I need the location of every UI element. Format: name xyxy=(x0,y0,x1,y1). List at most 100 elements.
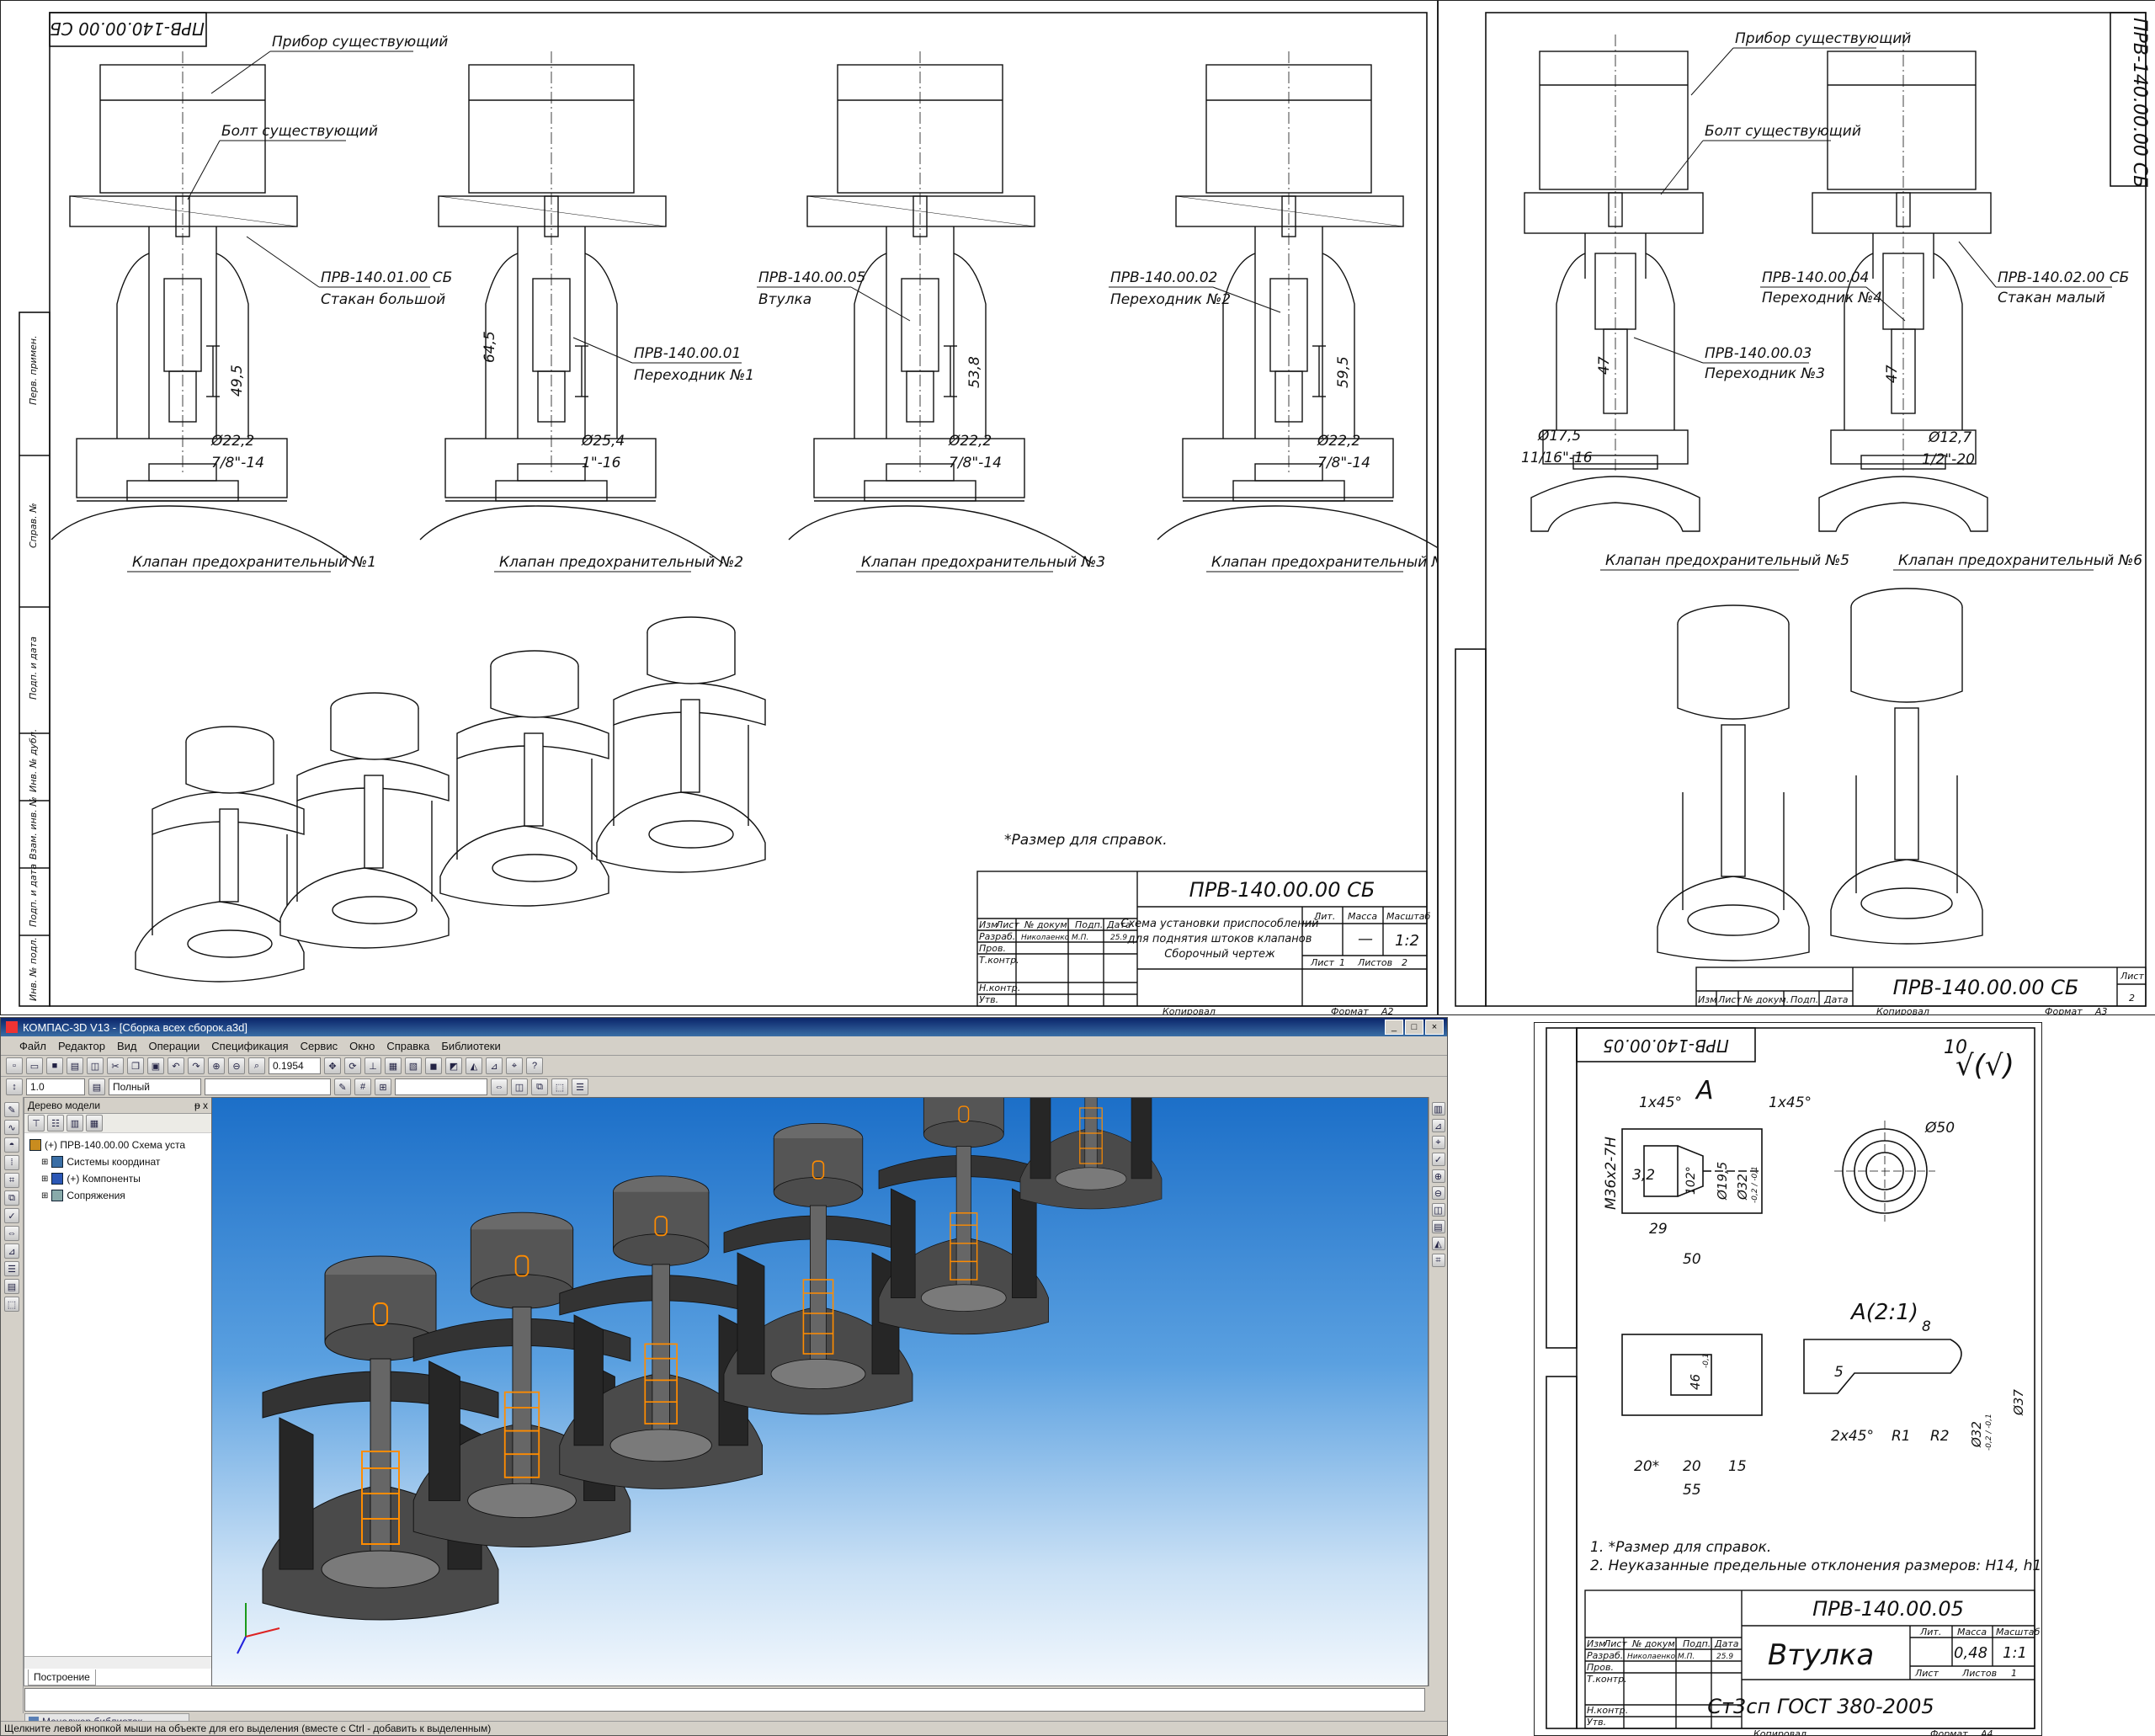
step-select[interactable]: 1.0 xyxy=(26,1078,85,1095)
svg-text:Ø19,5: Ø19,5 xyxy=(1715,1162,1730,1201)
panel-pin-icon[interactable]: ᵽ x xyxy=(194,1100,211,1111)
maximize-icon[interactable]: □ xyxy=(1405,1020,1423,1035)
svg-text:Прибор существующий: Прибор существующий xyxy=(272,34,448,51)
measure-icon[interactable]: ⇔ xyxy=(491,1078,508,1095)
rotate-icon[interactable]: ⟳ xyxy=(344,1057,361,1074)
svg-text:29: 29 xyxy=(1649,1221,1668,1238)
3d-viewport[interactable] xyxy=(211,1097,1429,1686)
surfaces-icon[interactable]: ◓ xyxy=(4,1137,19,1153)
sheet-a2-labels: Прибор существующий Болт существующий ПР… xyxy=(127,34,1437,572)
measure-icon-left[interactable]: ⇔ xyxy=(4,1226,19,1241)
zoom-window-icon[interactable]: ⌕ xyxy=(248,1057,265,1074)
tree-node-components[interactable]: ⊞ (+) Компоненты xyxy=(29,1170,211,1187)
right-tool-7-icon[interactable]: ◫ xyxy=(1431,1203,1445,1217)
tree-order-icon[interactable]: ☷ xyxy=(47,1115,64,1132)
sheet-a2-side-labels: Перв. примен. Справ. № Подп. и дата Инв.… xyxy=(28,335,39,1001)
menu-window[interactable]: Окно xyxy=(349,1040,375,1052)
menu-operations[interactable]: Операции xyxy=(148,1040,200,1052)
close-icon[interactable]: × xyxy=(1425,1020,1444,1035)
reports-icon[interactable]: ▤ xyxy=(4,1279,19,1294)
undo-icon[interactable]: ↶ xyxy=(168,1057,184,1074)
zoom-out-icon[interactable]: ⊖ xyxy=(228,1057,245,1074)
open-icon[interactable]: ▭ xyxy=(26,1057,43,1074)
zoom-scale-select[interactable]: 0.1954 xyxy=(269,1057,321,1074)
right-tool-5-icon[interactable]: ⊕ xyxy=(1431,1169,1445,1183)
right-tool-3-icon[interactable]: ⌖ xyxy=(1431,1136,1445,1149)
right-tool-9-icon[interactable]: ◭ xyxy=(1431,1237,1445,1250)
wireframe-icon[interactable]: ▦ xyxy=(385,1057,402,1074)
right-tool-10-icon[interactable]: ⌗ xyxy=(1431,1254,1445,1267)
help-icon[interactable]: ? xyxy=(526,1057,543,1074)
coordinate-field[interactable] xyxy=(395,1078,487,1095)
sketch-icon[interactable]: ✎ xyxy=(334,1078,351,1095)
empty-select[interactable] xyxy=(205,1078,331,1095)
auxiliary-geometry-icon[interactable]: ⌗ xyxy=(4,1173,19,1188)
menu-specification[interactable]: Спецификация xyxy=(211,1040,288,1052)
tree-node-coordinate-systems[interactable]: ⊞ Системы координат xyxy=(29,1153,211,1170)
component-icon[interactable]: ⬚ xyxy=(551,1078,568,1095)
print-icon[interactable]: ▤ xyxy=(67,1057,83,1074)
tree-node-mates[interactable]: ⊞ Сопряжения xyxy=(29,1187,211,1204)
tree-extra-icon[interactable]: ▦ xyxy=(86,1115,103,1132)
menu-edit[interactable]: Редактор xyxy=(58,1040,105,1052)
spatial-curves-icon[interactable]: ∿ xyxy=(4,1120,19,1135)
svg-text:Ø25,4: Ø25,4 xyxy=(581,433,625,450)
svg-text:Подп.: Подп. xyxy=(1683,1638,1711,1649)
right-tool-4-icon[interactable]: ✓ xyxy=(1431,1153,1445,1166)
elements-icon[interactable]: ⬚ xyxy=(4,1297,19,1312)
snap-icon[interactable]: ⌖ xyxy=(506,1057,523,1074)
mates-icon[interactable]: ⧉ xyxy=(4,1190,19,1206)
window-titlebar[interactable]: КОМПАС-3D V13 - [Сборка всех сборок.a3d]… xyxy=(1,1018,1447,1036)
section-icon[interactable]: ◫ xyxy=(511,1078,528,1095)
svg-text:11/16"-16: 11/16"-16 xyxy=(1521,450,1593,466)
tree-scrollbar[interactable] xyxy=(24,1656,211,1669)
expand-icon[interactable]: ⊞ xyxy=(41,1191,48,1201)
perspective-icon[interactable]: ◭ xyxy=(466,1057,482,1074)
save-icon[interactable]: ■ xyxy=(46,1057,63,1074)
minimize-icon[interactable]: _ xyxy=(1385,1020,1403,1035)
expand-icon[interactable]: ⊞ xyxy=(41,1174,48,1184)
properties-icon[interactable]: ☰ xyxy=(572,1078,588,1095)
expand-icon[interactable]: ⊞ xyxy=(41,1158,48,1167)
zoom-in-icon[interactable]: ⊕ xyxy=(208,1057,225,1074)
hidden-lines-icon[interactable]: ▧ xyxy=(405,1057,422,1074)
grid-icon[interactable]: # xyxy=(354,1078,371,1095)
tab-build[interactable]: Построение xyxy=(28,1669,96,1685)
shaded-edges-icon[interactable]: ◩ xyxy=(445,1057,462,1074)
command-line-field[interactable] xyxy=(24,1688,1425,1712)
diagnostics-icon[interactable]: ✓ xyxy=(4,1208,19,1223)
tree-filter-icon[interactable]: ▥ xyxy=(67,1115,83,1132)
drawing-sheet-a3: ПРВ-140.00.00 СБ Прибор существующий Бол… xyxy=(1438,0,2155,1015)
specification-icon[interactable]: ☰ xyxy=(4,1261,19,1276)
mate-icon[interactable]: ⧉ xyxy=(531,1078,548,1095)
menu-file[interactable]: Файл xyxy=(19,1040,46,1052)
cut-icon[interactable]: ✂ xyxy=(107,1057,124,1074)
preview-icon[interactable]: ◫ xyxy=(87,1057,104,1074)
menu-libraries[interactable]: Библиотеки xyxy=(441,1040,500,1052)
selection-filters-icon[interactable]: ⊿ xyxy=(4,1243,19,1259)
copy-icon[interactable]: ❐ xyxy=(127,1057,144,1074)
tree-root-node[interactable]: (+) ПРВ-140.00.00 Схема уста xyxy=(29,1137,211,1153)
menu-view[interactable]: Вид xyxy=(117,1040,137,1052)
menu-help[interactable]: Справка xyxy=(386,1040,429,1052)
svg-text:64,5: 64,5 xyxy=(482,331,498,363)
arrays-icon[interactable]: ⁞ xyxy=(4,1155,19,1170)
filter-icon[interactable]: ⊿ xyxy=(486,1057,503,1074)
right-tool-6-icon[interactable]: ⊖ xyxy=(1431,1186,1445,1200)
right-tool-8-icon[interactable]: ▤ xyxy=(1431,1220,1445,1233)
right-tool-2-icon[interactable]: ⊿ xyxy=(1431,1119,1445,1132)
edit-assembly-icon[interactable]: ✎ xyxy=(4,1102,19,1117)
sheet-a2-canvas: ПРВ-140.00.00 СБ Перв. примен. Справ. № … xyxy=(19,12,1437,1014)
svg-text:ПРВ-140.00.02: ПРВ-140.00.02 xyxy=(1110,269,1217,286)
tree-structure-icon[interactable]: ⊤ xyxy=(28,1115,45,1132)
redo-icon[interactable]: ↷ xyxy=(188,1057,205,1074)
orientation-icon[interactable]: ⊥ xyxy=(364,1057,381,1074)
menu-service[interactable]: Сервис xyxy=(301,1040,338,1052)
shaded-icon[interactable]: ◼ xyxy=(425,1057,442,1074)
paste-icon[interactable]: ▣ xyxy=(147,1057,164,1074)
pan-icon[interactable]: ✥ xyxy=(324,1057,341,1074)
ortho-icon[interactable]: ⊞ xyxy=(375,1078,391,1095)
right-tool-1-icon[interactable]: ▥ xyxy=(1431,1102,1445,1116)
new-document-icon[interactable]: ▫ xyxy=(6,1057,23,1074)
view-mode-select[interactable]: Полный xyxy=(109,1078,201,1095)
